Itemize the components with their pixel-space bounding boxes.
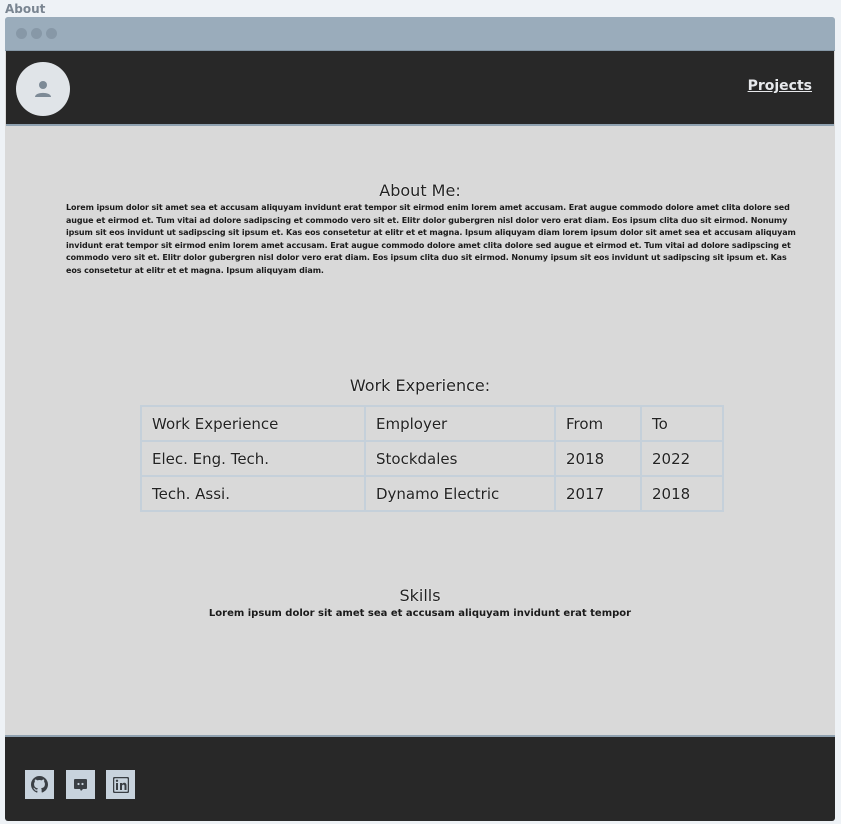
site-navbar: Projects — [6, 51, 834, 126]
site-footer — [5, 735, 835, 821]
table-header-cell: Work Experience — [140, 405, 366, 442]
table-cell: 2017 — [554, 475, 642, 512]
work-experience-table: Work Experience Employer From To Elec. E… — [140, 405, 724, 512]
nav-link-projects[interactable]: Projects — [748, 78, 812, 94]
avatar[interactable] — [16, 62, 70, 116]
table-cell: Tech. Assi. — [140, 475, 366, 512]
table-cell: 2018 — [640, 475, 724, 512]
table-cell: 2022 — [640, 440, 724, 477]
table-cell: Stockdales — [364, 440, 556, 477]
github-link[interactable] — [25, 770, 54, 799]
table-row: Tech. Assi. Dynamo Electric 2017 2018 — [140, 475, 724, 512]
about-title: About Me: — [379, 181, 461, 200]
table-header-row: Work Experience Employer From To — [140, 405, 724, 442]
table-header-cell: Employer — [364, 405, 556, 442]
browser-window: Projects About Me: Lorem ipsum dolor sit… — [5, 17, 835, 821]
window-titlebar — [5, 17, 835, 51]
table-cell: Dynamo Electric — [364, 475, 556, 512]
table-cell: 2018 — [554, 440, 642, 477]
table-header-cell: To — [640, 405, 724, 442]
github-icon — [31, 776, 48, 793]
table-cell: Elec. Eng. Tech. — [140, 440, 366, 477]
window-dot-3[interactable] — [46, 28, 57, 39]
skills-title: Skills — [399, 586, 441, 605]
discord-icon — [74, 779, 87, 791]
main-content: About Me: Lorem ipsum dolor sit amet sea… — [6, 126, 834, 732]
table-header-cell: From — [554, 405, 642, 442]
page-label: About — [5, 2, 46, 16]
linkedin-icon — [112, 776, 129, 793]
linkedin-link[interactable] — [106, 770, 135, 799]
discord-link[interactable] — [66, 770, 95, 799]
window-dot-2[interactable] — [31, 28, 42, 39]
user-icon — [35, 81, 51, 97]
work-title: Work Experience: — [349, 376, 491, 395]
window-dot-1[interactable] — [16, 28, 27, 39]
skills-text: Lorem ipsum dolor sit amet sea et accusa… — [208, 608, 632, 619]
about-text: Lorem ipsum dolor sit amet sea et accusa… — [66, 203, 796, 275]
table-row: Elec. Eng. Tech. Stockdales 2018 2022 — [140, 440, 724, 477]
